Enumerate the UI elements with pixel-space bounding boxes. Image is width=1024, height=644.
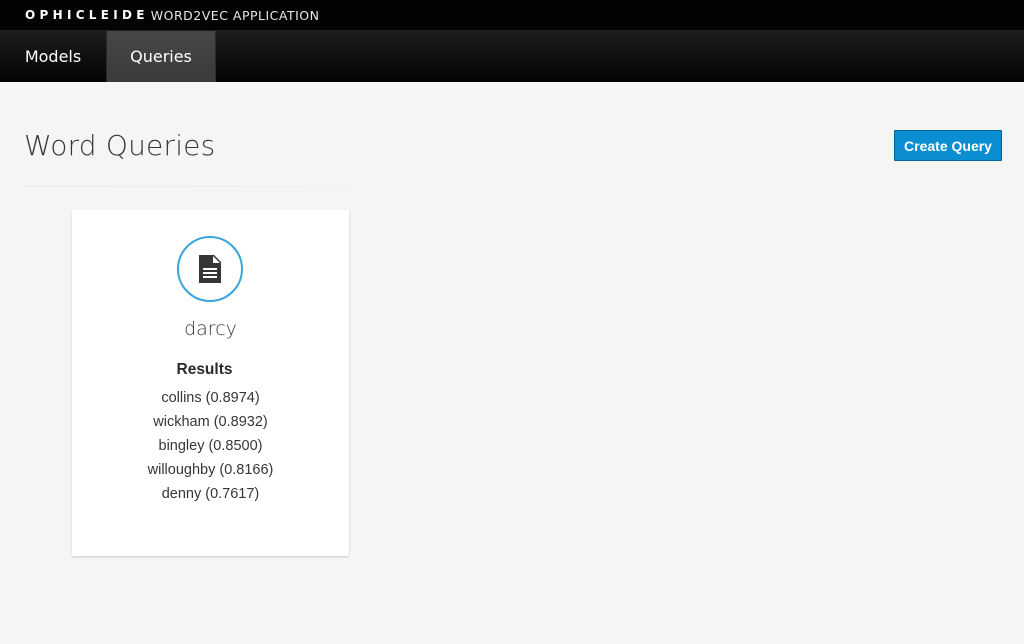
create-query-button[interactable]: Create Query [894,130,1002,161]
page-header: Word Queries Create Query [24,82,1002,188]
results-list: collins (0.8974) wickham (0.8932) bingle… [72,386,349,506]
top-bar: OPHICLEIDE WORD2VEC APPLICATION [0,0,1024,31]
query-name: darcy [184,318,237,340]
brand-name: OPHICLEIDE [25,8,149,22]
nav-bar: Models Queries [0,31,1024,82]
brand-app-name: WORD2VEC APPLICATION [150,7,320,23]
result-item: willoughby (0.8166) [147,462,274,478]
query-icon-ring [177,236,243,302]
tab-models[interactable]: Models [0,31,106,82]
file-text-icon [199,254,222,283]
result-item: wickham (0.8932) [153,414,268,430]
query-card[interactable]: darcy Results collins (0.8974) wickham (… [72,210,349,556]
result-item: collins (0.8974) [161,390,260,406]
header-divider [24,186,364,187]
page-title: Word Queries [24,129,216,162]
tab-queries[interactable]: Queries [106,31,216,82]
result-item: denny (0.7617) [161,486,260,502]
result-item: bingley (0.8500) [158,438,263,454]
results-heading: Results [176,361,233,378]
